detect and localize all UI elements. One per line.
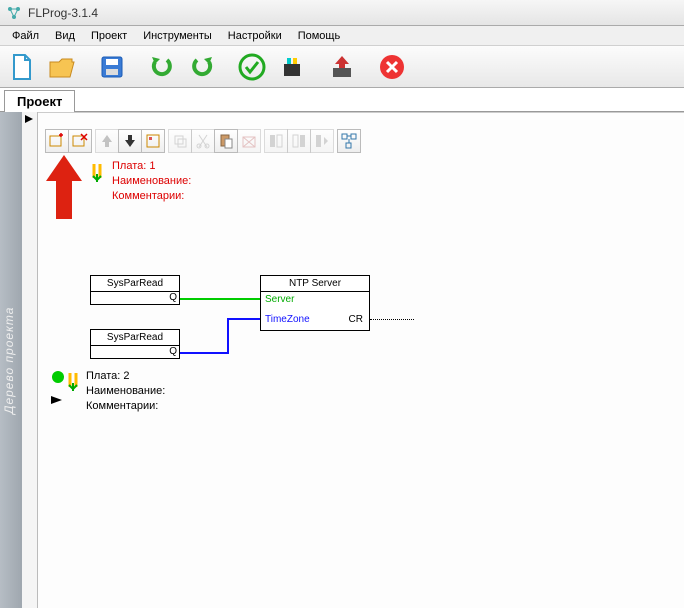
board2-name: Наименование: (86, 384, 165, 399)
pin-q-2: Q (169, 346, 177, 357)
block-ntp-title: NTP Server (261, 276, 369, 292)
board2-info: Плата: 2 Наименование: Комментарии: (86, 369, 165, 414)
canvas[interactable]: Плата: 1 Наименование: Комментарии: SysP… (38, 112, 684, 608)
board1-glyph (90, 162, 108, 184)
menu-view[interactable]: Вид (47, 28, 83, 44)
properties-button[interactable] (141, 129, 165, 153)
app-icon (6, 5, 22, 21)
block-ntp-server[interactable]: NTP Server Server TimeZone CR (260, 275, 370, 331)
menu-file[interactable]: Файл (4, 28, 47, 44)
upload-button[interactable] (324, 49, 360, 85)
delete-button[interactable] (237, 129, 261, 153)
save-button[interactable] (94, 49, 130, 85)
open-file-button[interactable] (44, 49, 80, 85)
annotation-arrow (44, 155, 84, 219)
move-up-button[interactable] (95, 129, 119, 153)
align1-button[interactable] (264, 129, 288, 153)
align2-button[interactable] (287, 129, 311, 153)
block-sysparread-2[interactable]: SysParRead Q (90, 329, 180, 359)
block-sysparread-1[interactable]: SysParRead Q (90, 275, 180, 305)
block-sysparread-2-title: SysParRead (91, 330, 179, 346)
board1-comments: Комментарии: (112, 189, 191, 204)
pin-timezone: TimeZone (265, 314, 310, 325)
network-button[interactable] (337, 129, 361, 153)
title-bar: FLProg-3.1.4 (0, 0, 684, 26)
cut-button[interactable] (191, 129, 215, 153)
window-title: FLProg-3.1.4 (28, 6, 98, 20)
main-toolbar (0, 46, 684, 88)
check-button[interactable] (234, 49, 270, 85)
close-button[interactable] (374, 49, 410, 85)
paste-button[interactable] (214, 129, 238, 153)
tab-strip: Проект (0, 88, 684, 112)
current-board-marker (50, 395, 64, 405)
workspace: Дерево проекта (0, 112, 684, 608)
expand-arrow-icon[interactable] (24, 114, 34, 124)
board2-glyph (66, 371, 84, 393)
menu-help[interactable]: Помощь (290, 28, 349, 44)
board2-plate: Плата: 2 (86, 369, 165, 384)
pin-server: Server (265, 294, 294, 305)
menu-bar: Файл Вид Проект Инструменты Настройки По… (0, 26, 684, 46)
board2-status-dot (52, 371, 64, 383)
sidebar-tree-tab[interactable]: Дерево проекта (0, 112, 22, 608)
collapsed-panel[interactable] (22, 112, 38, 608)
board1-name: Наименование: (112, 174, 191, 189)
board2-comments: Комментарии: (86, 399, 165, 414)
remove-board-button[interactable] (68, 129, 92, 153)
redo-button[interactable] (184, 49, 220, 85)
menu-project[interactable]: Проект (83, 28, 135, 44)
cr-output-wire (370, 319, 414, 320)
tab-project[interactable]: Проект (4, 90, 75, 112)
pin-q-1: Q (169, 292, 177, 303)
add-board-button[interactable] (45, 129, 69, 153)
canvas-toolbar (46, 129, 361, 153)
compile-button[interactable] (274, 49, 310, 85)
copy-button[interactable] (168, 129, 192, 153)
board1-info: Плата: 1 Наименование: Комментарии: (112, 159, 191, 204)
menu-tools[interactable]: Инструменты (135, 28, 220, 44)
align3-button[interactable] (310, 129, 334, 153)
board1-plate: Плата: 1 (112, 159, 191, 174)
new-file-button[interactable] (4, 49, 40, 85)
menu-settings[interactable]: Настройки (220, 28, 290, 44)
undo-button[interactable] (144, 49, 180, 85)
move-down-button[interactable] (118, 129, 142, 153)
block-sysparread-1-title: SysParRead (91, 276, 179, 292)
pin-cr: CR (349, 314, 363, 325)
